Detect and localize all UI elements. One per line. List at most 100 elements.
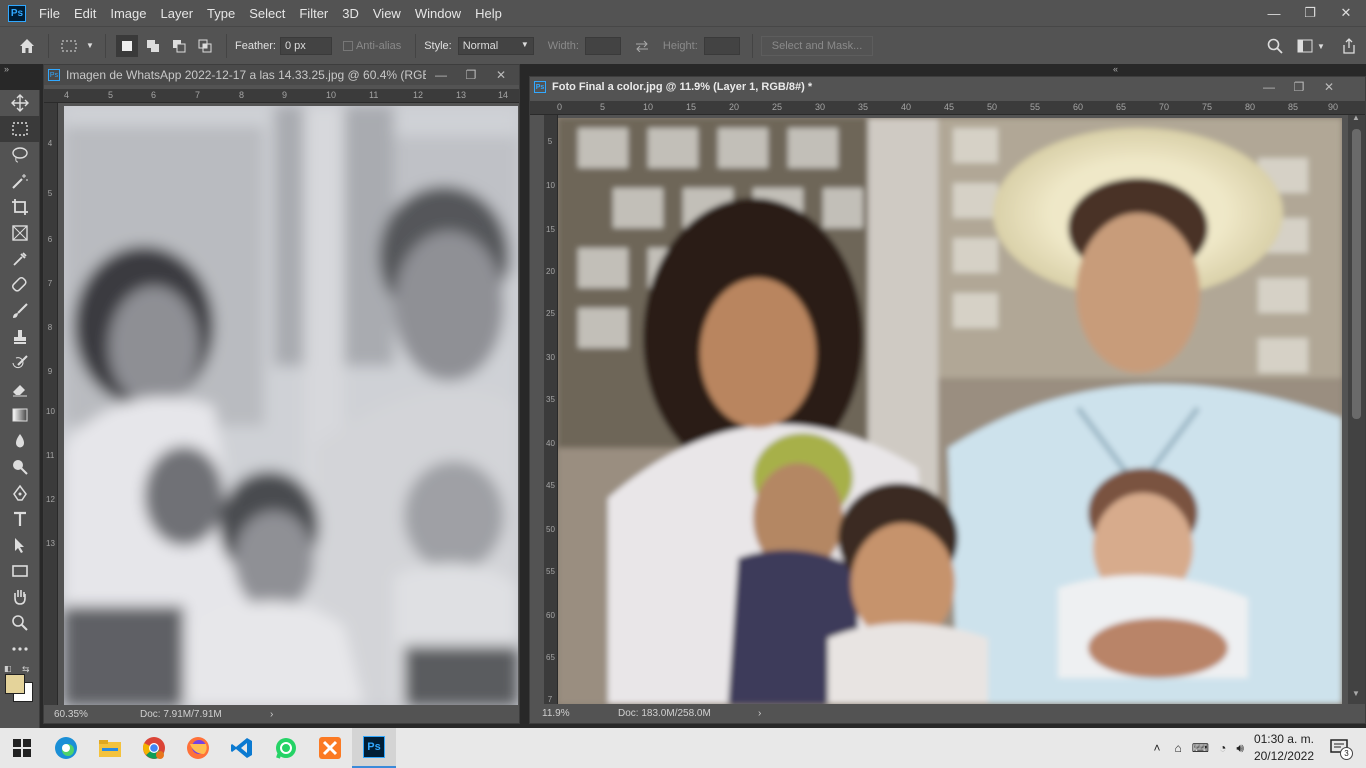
expand-panels-icon[interactable]: « [1113, 64, 1118, 74]
frame-tool-icon[interactable] [0, 220, 40, 246]
close-button[interactable]: ✕ [486, 68, 516, 82]
share-icon[interactable] [1338, 35, 1360, 57]
menu-select[interactable]: Select [249, 6, 285, 21]
lasso-tool-icon[interactable] [0, 142, 40, 168]
crop-tool-icon[interactable] [0, 194, 40, 220]
menu-edit[interactable]: Edit [74, 6, 96, 21]
meet-now-icon[interactable]: ⌂ [1175, 741, 1182, 755]
gradient-tool-icon[interactable] [0, 402, 40, 428]
add-to-selection-icon[interactable] [142, 35, 164, 57]
new-selection-icon[interactable] [116, 34, 138, 57]
chevron-right-icon[interactable]: › [270, 709, 273, 720]
file-explorer-icon[interactable] [88, 728, 132, 768]
close-button[interactable]: ✕ [1328, 5, 1364, 21]
width-input[interactable] [584, 36, 621, 55]
history-brush-tool-icon[interactable] [0, 350, 40, 376]
scroll-up-icon[interactable]: ▲ [1352, 113, 1360, 122]
zoom-level[interactable]: 60.35% [54, 709, 124, 720]
chevron-right-icon[interactable]: › [758, 708, 761, 719]
firefox-icon[interactable] [176, 728, 220, 768]
minimize-button[interactable]: — [1256, 6, 1292, 21]
wifi-icon[interactable]: ◔ [1219, 741, 1226, 755]
dodge-tool-icon[interactable] [0, 454, 40, 480]
volume-icon[interactable]: 🔊︎ [1236, 741, 1244, 756]
vertical-scrollbar[interactable]: ▲ ▼ [1348, 113, 1365, 705]
subtract-from-selection-icon[interactable] [168, 35, 190, 57]
restore-button[interactable]: ❐ [1292, 5, 1328, 21]
zoom-tool-icon[interactable] [0, 610, 40, 636]
type-tool-icon[interactable] [0, 506, 40, 532]
chrome-icon[interactable] [132, 728, 176, 768]
notification-center-icon[interactable]: 3 [1330, 738, 1358, 760]
swap-width-height-icon[interactable] [631, 35, 653, 57]
healing-brush-tool-icon[interactable] [0, 272, 40, 298]
brush-tool-icon[interactable] [0, 298, 40, 324]
rectangle-tool-icon[interactable] [0, 558, 40, 584]
show-hidden-icons-icon[interactable]: ˄ [1154, 741, 1161, 755]
menu-image[interactable]: Image [110, 6, 146, 21]
restore-button[interactable]: ❐ [1284, 80, 1314, 94]
close-button[interactable]: ✕ [1314, 80, 1344, 94]
style-select[interactable]: Normal ▼ [457, 36, 534, 55]
feather-label: Feather: [235, 39, 276, 52]
eraser-tool-icon[interactable] [0, 376, 40, 402]
clone-stamp-tool-icon[interactable] [0, 324, 40, 350]
intersect-selection-icon[interactable] [194, 35, 216, 57]
workspace-icon[interactable] [1294, 35, 1316, 57]
foreground-color-swatch[interactable] [5, 674, 25, 694]
minimize-button[interactable]: — [426, 68, 456, 82]
colorized-photo-canvas[interactable] [558, 118, 1342, 704]
photoshop-taskbar-icon[interactable]: Ps [352, 728, 396, 768]
language-icon[interactable]: ⌨ [1192, 741, 1209, 755]
scroll-down-icon[interactable]: ▼ [1352, 689, 1360, 698]
move-tool-icon[interactable] [0, 90, 40, 116]
blur-tool-icon[interactable] [0, 428, 40, 454]
original-photo-canvas[interactable] [64, 106, 518, 706]
vscode-icon[interactable] [220, 728, 264, 768]
status-bar: 60.35% Doc: 7.91M/7.91M › [44, 705, 519, 723]
scrollbar-thumb[interactable] [1352, 129, 1361, 419]
chevron-down-icon[interactable]: ▼ [1316, 35, 1326, 57]
whatsapp-icon[interactable] [264, 728, 308, 768]
menu-window[interactable]: Window [415, 6, 461, 21]
document-tab-color[interactable]: Ps Foto Final a color.jpg @ 11.9% (Layer… [530, 77, 1365, 97]
rectangular-marquee-tool-icon[interactable] [0, 116, 40, 142]
menu-filter[interactable]: Filter [299, 6, 328, 21]
height-input[interactable] [703, 36, 740, 55]
photoshop-logo: Ps [363, 736, 385, 758]
chevron-down-icon[interactable]: ▼ [85, 35, 95, 57]
select-and-mask-button[interactable]: Select and Mask... [760, 35, 874, 56]
edge-icon[interactable] [44, 728, 88, 768]
rectangular-marquee-preset-icon[interactable] [59, 35, 81, 57]
xampp-icon[interactable] [308, 728, 352, 768]
menu-layer[interactable]: Layer [161, 6, 194, 21]
menu-help[interactable]: Help [475, 6, 502, 21]
more-tools-icon[interactable] [0, 636, 40, 662]
pen-tool-icon[interactable] [0, 480, 40, 506]
default-colors-icon[interactable]: ◧ [4, 664, 12, 673]
path-selection-tool-icon[interactable] [0, 532, 40, 558]
menu-type[interactable]: Type [207, 6, 235, 21]
menu-3d[interactable]: 3D [342, 6, 359, 21]
restore-button[interactable]: ❐ [456, 68, 486, 82]
windows-taskbar: Ps ˄ ⌂ ⌨ ◔ 🔊︎ 01:30 a. m. 20/12/2022 3 [0, 728, 1366, 768]
zoom-level[interactable]: 11.9% [542, 708, 602, 719]
windows-start-icon[interactable] [0, 728, 44, 768]
eyedropper-tool-icon[interactable] [0, 246, 40, 272]
feather-input[interactable]: 0 px [279, 36, 332, 55]
hand-tool-icon[interactable] [0, 584, 40, 610]
clock[interactable]: 01:30 a. m. 20/12/2022 [1254, 731, 1314, 765]
document-size: Doc: 7.91M/7.91M [140, 708, 222, 720]
magic-wand-tool-icon[interactable] [0, 168, 40, 194]
menu-view[interactable]: View [373, 6, 401, 21]
document-window-color: Ps Foto Final a color.jpg @ 11.9% (Layer… [529, 76, 1366, 724]
photoshop-logo: Ps [8, 4, 26, 22]
minimize-button[interactable]: — [1254, 80, 1284, 94]
home-icon[interactable] [16, 35, 38, 57]
photoshop-doc-icon: Ps [534, 81, 546, 93]
antialias-checkbox[interactable] [342, 35, 354, 57]
options-bar: ▼ Feather: 0 px Anti-alias Style: Normal… [0, 26, 1366, 64]
menu-file[interactable]: File [39, 6, 60, 21]
collapse-toolbar-icon[interactable]: » [4, 64, 9, 74]
search-icon[interactable] [1264, 35, 1286, 57]
